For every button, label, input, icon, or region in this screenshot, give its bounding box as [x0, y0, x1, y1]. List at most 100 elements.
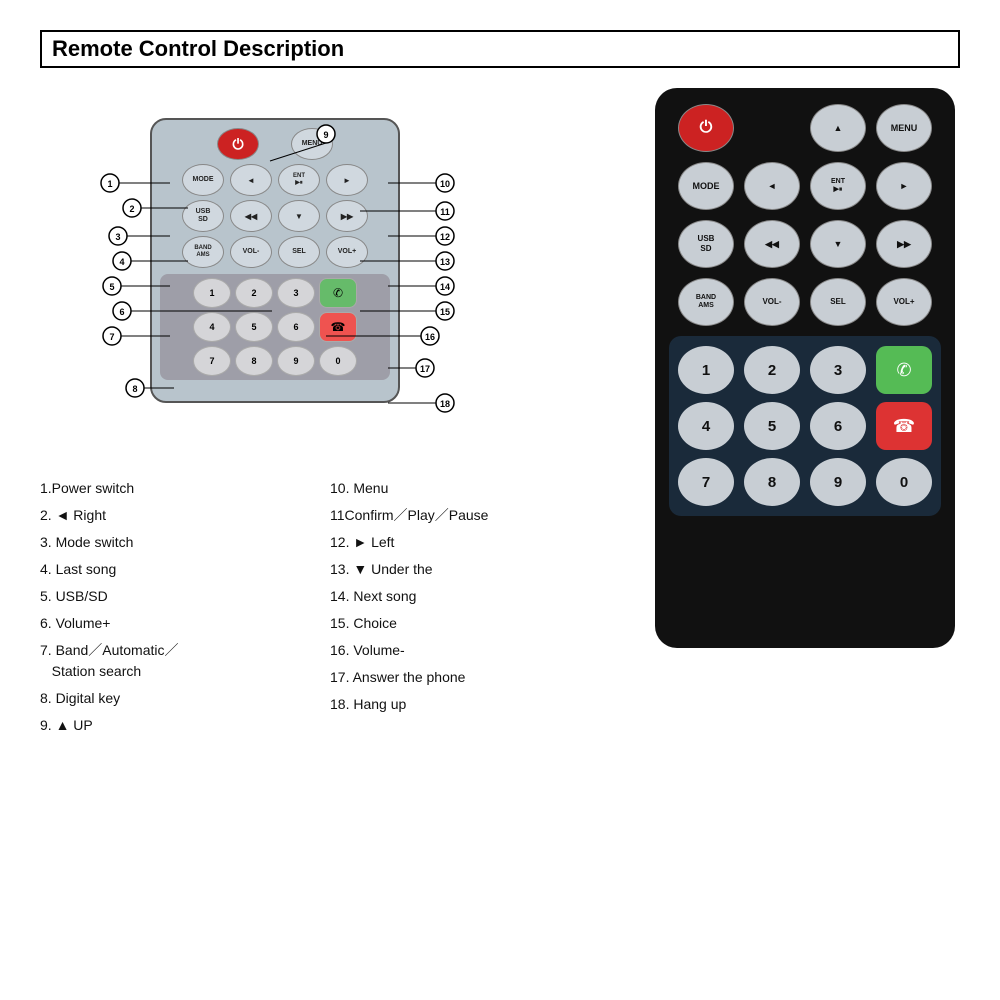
rr-answer-btn: ✆	[876, 346, 932, 394]
desc-col-right: 10. Menu 11Confirm／Play／Pause 12. ► Left…	[330, 478, 620, 736]
diagram-volp-btn: VOL+	[326, 236, 368, 268]
desc-7: 7. Band／Automatic／ Station search	[40, 640, 330, 682]
svg-text:13: 13	[440, 257, 450, 267]
diagram-num8: 8	[235, 346, 273, 376]
rr-up-btn: ▲	[810, 104, 866, 152]
desc-1: 1.Power switch	[40, 478, 330, 499]
diagram-volm-btn: VOL-	[230, 236, 272, 268]
remote-diagram: ⏻ MENU MODE ◄ ENT▶⏸ ► USBSD ◀◀	[150, 118, 400, 403]
rr-power-btn: ⏻	[678, 104, 734, 152]
rr-usb-btn: USBSD	[678, 220, 734, 268]
rr-num4: 4	[678, 402, 734, 450]
rr-mode-btn: MODE	[678, 162, 734, 210]
rr-volm-btn: VOL-	[744, 278, 800, 326]
rr-num3: 3	[810, 346, 866, 394]
rr-hangup-btn: ☎	[876, 402, 932, 450]
svg-text:5: 5	[109, 282, 114, 292]
svg-text:7: 7	[109, 332, 114, 342]
desc-12: 12. ► Left	[330, 532, 620, 553]
diagram-num0: 0	[319, 346, 357, 376]
rr-num8: 8	[744, 458, 800, 506]
page-title: Remote Control Description	[40, 30, 960, 68]
diagram-right-btn: ►	[326, 164, 368, 196]
svg-text:1: 1	[107, 179, 112, 189]
diagram-num1: 1	[193, 278, 231, 308]
rr-num6: 6	[810, 402, 866, 450]
rr-numeric-section: 1 2 3 ✆ 4 5 6 ☎ 7 8 9 0	[669, 336, 941, 516]
diagram-hangup-btn: ☎	[319, 312, 357, 342]
right-section: ⏻ ▲ MENU MODE ◄ ENT▶⏸ ► USBSD ◀◀ ▼	[640, 88, 960, 736]
diagram-power-btn: ⏻	[217, 128, 259, 160]
desc-14: 14. Next song	[330, 586, 620, 607]
desc-4: 4. Last song	[40, 559, 330, 580]
diagram-num5: 5	[235, 312, 273, 342]
svg-text:18: 18	[440, 399, 450, 409]
rr-right-btn: ►	[876, 162, 932, 210]
diagram-mode-btn: MODE	[182, 164, 224, 196]
svg-text:12: 12	[440, 232, 450, 242]
desc-13: 13. ▼ Under the	[330, 559, 620, 580]
desc-16: 16. Volume-	[330, 640, 620, 661]
desc-6: 6. Volume+	[40, 613, 330, 634]
svg-text:15: 15	[440, 307, 450, 317]
rr-ent-btn: ENT▶⏸	[810, 162, 866, 210]
desc-2: 2. ◄ Right	[40, 505, 330, 526]
diagram-num2: 2	[235, 278, 273, 308]
svg-text:6: 6	[119, 307, 124, 317]
diagram-usb-btn: USBSD	[182, 200, 224, 232]
rr-next-btn: ▶▶	[876, 220, 932, 268]
desc-11: 11Confirm／Play／Pause	[330, 505, 620, 526]
rr-num0: 0	[876, 458, 932, 506]
desc-5: 5. USB/SD	[40, 586, 330, 607]
svg-text:16: 16	[425, 332, 435, 342]
remote-real: ⏻ ▲ MENU MODE ◄ ENT▶⏸ ► USBSD ◀◀ ▼	[655, 88, 955, 648]
svg-text:10: 10	[440, 179, 450, 189]
diagram-num6: 6	[277, 312, 315, 342]
diagram-num3: 3	[277, 278, 315, 308]
rr-left-btn: ◄	[744, 162, 800, 210]
diagram-area: ⏻ MENU MODE ◄ ENT▶⏸ ► USBSD ◀◀	[40, 88, 500, 448]
rr-band-btn: BANDAMS	[678, 278, 734, 326]
diagram-numeric-section: 1 2 3 ✆ 4 5 6 ☎ 7 8	[160, 274, 390, 380]
svg-text:14: 14	[440, 282, 450, 292]
rr-num9: 9	[810, 458, 866, 506]
diagram-num7: 7	[193, 346, 231, 376]
main-content: ⏻ MENU MODE ◄ ENT▶⏸ ► USBSD ◀◀	[40, 88, 960, 736]
desc-9: 9. ▲ UP	[40, 715, 330, 736]
svg-text:17: 17	[420, 364, 430, 374]
diagram-menu-btn: MENU	[291, 128, 333, 160]
svg-text:2: 2	[129, 204, 134, 214]
rr-prev-btn: ◀◀	[744, 220, 800, 268]
desc-3: 3. Mode switch	[40, 532, 330, 553]
desc-15: 15. Choice	[330, 613, 620, 634]
page: Remote Control Description ⏻ MENU MODE	[0, 0, 1000, 1000]
svg-text:8: 8	[132, 384, 137, 394]
rr-num2: 2	[744, 346, 800, 394]
diagram-answer-btn: ✆	[319, 278, 357, 308]
desc-10: 10. Menu	[330, 478, 620, 499]
diagram-ent-btn: ENT▶⏸	[278, 164, 320, 196]
descriptions: 1.Power switch 2. ◄ Right 3. Mode switch…	[40, 478, 620, 736]
svg-text:4: 4	[119, 257, 124, 267]
rr-sel-btn: SEL	[810, 278, 866, 326]
diagram-band-btn: BANDAMS	[182, 236, 224, 268]
diagram-prev-btn: ◀◀	[230, 200, 272, 232]
diagram-next-btn: ▶▶	[326, 200, 368, 232]
svg-text:3: 3	[115, 232, 120, 242]
desc-18: 18. Hang up	[330, 694, 620, 715]
svg-text:11: 11	[440, 207, 450, 217]
rr-num5: 5	[744, 402, 800, 450]
rr-menu-btn: MENU	[876, 104, 932, 152]
rr-num7: 7	[678, 458, 734, 506]
diagram-down-btn: ▼	[278, 200, 320, 232]
rr-volp-btn: VOL+	[876, 278, 932, 326]
diagram-num9: 9	[277, 346, 315, 376]
diagram-sel-btn: SEL	[278, 236, 320, 268]
diagram-num4: 4	[193, 312, 231, 342]
desc-17: 17. Answer the phone	[330, 667, 620, 688]
rr-down-btn: ▼	[810, 220, 866, 268]
desc-8: 8. Digital key	[40, 688, 330, 709]
left-section: ⏻ MENU MODE ◄ ENT▶⏸ ► USBSD ◀◀	[40, 88, 620, 736]
desc-col-left: 1.Power switch 2. ◄ Right 3. Mode switch…	[40, 478, 330, 736]
rr-num1: 1	[678, 346, 734, 394]
